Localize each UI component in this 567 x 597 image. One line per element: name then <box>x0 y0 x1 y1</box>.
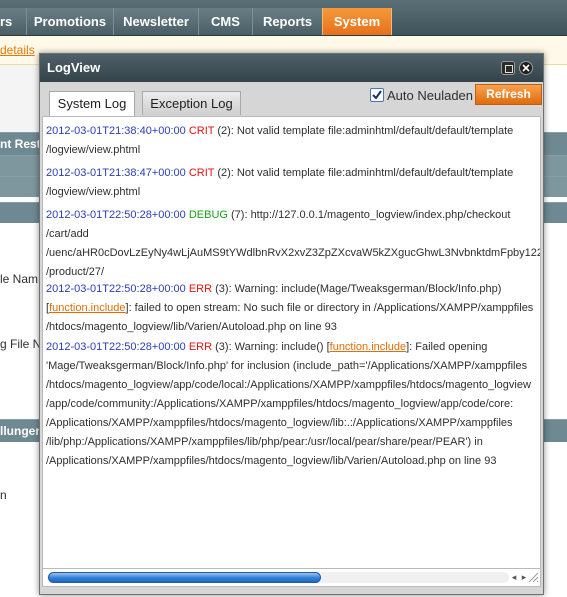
log-message: /app/code/community:/Applications/XAMPP/… <box>46 398 514 410</box>
background-text: n <box>0 488 7 502</box>
tab-system-log[interactable]: System Log <box>49 91 135 116</box>
log-entry: 2012-03-01T22:50:28+00:00 DEBUG (7): htt… <box>46 206 541 282</box>
notice-details-link[interactable]: details <box>0 43 35 57</box>
log-timestamp: 2012-03-01T21:38:47+00:00 <box>46 167 186 179</box>
log-message: 'Mage/Tweaksgerman/Block/Info.php' for i… <box>46 360 528 372</box>
scroll-left-arrow-icon[interactable]: ◂ <box>509 572 519 583</box>
log-message: /product/27/ <box>46 266 105 278</box>
resize-grip-icon[interactable] <box>527 571 539 584</box>
scroll-thumb[interactable] <box>48 572 321 583</box>
log-level: CRIT <box>188 167 215 179</box>
log-tabs-bar: System Log Exception Log Auto Neuladen R… <box>40 82 543 116</box>
background-field-label: g File N <box>0 337 42 351</box>
log-level: DEBUG <box>188 209 228 221</box>
dialog-titlebar[interactable]: LogView <box>40 54 543 82</box>
log-message: /Applications/XAMPP/xamppfiles/htdocs/ma… <box>46 455 497 467</box>
log-message: /uenc/aHR0cDovLzEyNy4wLjAuMS9tYWdlbnRvX2… <box>46 247 541 259</box>
log-entry: 2012-03-01T22:50:28+00:00 ERR (3): Warni… <box>46 280 533 337</box>
log-level: CRIT <box>188 125 215 137</box>
log-timestamp: 2012-03-01T21:38:40+00:00 <box>46 125 186 137</box>
log-message: (3): Warning: include(Mage/Tweaksgerman/… <box>212 283 502 295</box>
log-timestamp: 2012-03-01T22:50:28+00:00 <box>46 341 186 353</box>
dialog-title: LogView <box>47 60 101 75</box>
auto-reload-toggle[interactable]: Auto Neuladen <box>370 87 473 105</box>
log-entry: 2012-03-01T22:50:28+00:00 ERR (3): Warni… <box>46 338 531 471</box>
log-message: (2): Not valid template file:adminhtml/d… <box>214 167 514 179</box>
maximize-icon[interactable] <box>501 61 515 75</box>
nav-tab-customers[interactable]: rs <box>0 8 28 35</box>
background-field-label: le Nam <box>0 272 39 286</box>
function-include-link[interactable]: function.include <box>49 302 125 314</box>
log-message: ]: failed to open stream: No such file o… <box>125 302 534 314</box>
background-panel <box>0 65 40 133</box>
log-message: (3): Warning: include() [ <box>212 341 330 353</box>
auto-reload-label: Auto Neuladen <box>387 88 474 103</box>
log-content[interactable]: 2012-03-01T21:38:40+00:00 CRIT (2): Not … <box>42 116 541 569</box>
log-level: ERR <box>188 341 213 353</box>
log-level: ERR <box>188 283 213 295</box>
logview-dialog: LogView System Log Exception Log Auto Ne… <box>39 53 544 595</box>
log-entry: 2012-03-01T21:38:40+00:00 CRIT (2): Not … <box>46 122 513 160</box>
refresh-button[interactable]: Refresh <box>475 84 542 105</box>
close-icon[interactable] <box>519 61 533 75</box>
nav-tab-newsletter[interactable]: Newsletter <box>113 8 199 35</box>
log-message: /logview/view.phtml <box>46 186 141 198</box>
log-message: /lib/php:/Applications/XAMPP/xamppfiles/… <box>46 436 483 448</box>
log-timestamp: 2012-03-01T22:50:28+00:00 <box>46 209 186 221</box>
log-message: (2): Not valid template file:adminhtml/d… <box>214 125 514 137</box>
log-entry: 2012-03-01T21:38:47+00:00 CRIT (2): Not … <box>46 164 513 202</box>
log-message: /cart/add <box>46 228 89 240</box>
log-message: /Applications/XAMPP/xamppfiles/htdocs/ma… <box>46 417 513 429</box>
nav-tab-cms[interactable]: CMS <box>198 8 253 35</box>
nav-tab-promotions[interactable]: Promotions <box>26 8 114 35</box>
log-message: ]: Failed opening <box>406 341 488 353</box>
admin-top-navigation: rs Promotions Newsletter CMS Reports Sys… <box>0 0 567 36</box>
nav-tab-system[interactable]: System <box>322 8 392 35</box>
nav-tab-reports[interactable]: Reports <box>252 8 323 35</box>
log-timestamp: 2012-03-01T22:50:28+00:00 <box>46 283 186 295</box>
log-message: /logview/view.phtml <box>46 144 141 156</box>
horizontal-scrollbar[interactable]: ◂ ▸ <box>42 569 541 587</box>
log-message: /htdocs/magento_logview/app/code/local:/… <box>46 379 531 391</box>
function-include-link[interactable]: function.include <box>330 341 406 353</box>
log-message: /htdocs/magento_logview/lib/Varien/Autol… <box>46 321 337 333</box>
log-message: (7): http://127.0.0.1/magento_logview/in… <box>227 209 511 221</box>
tab-exception-log[interactable]: Exception Log <box>142 91 241 115</box>
auto-reload-checkbox[interactable] <box>370 88 384 102</box>
